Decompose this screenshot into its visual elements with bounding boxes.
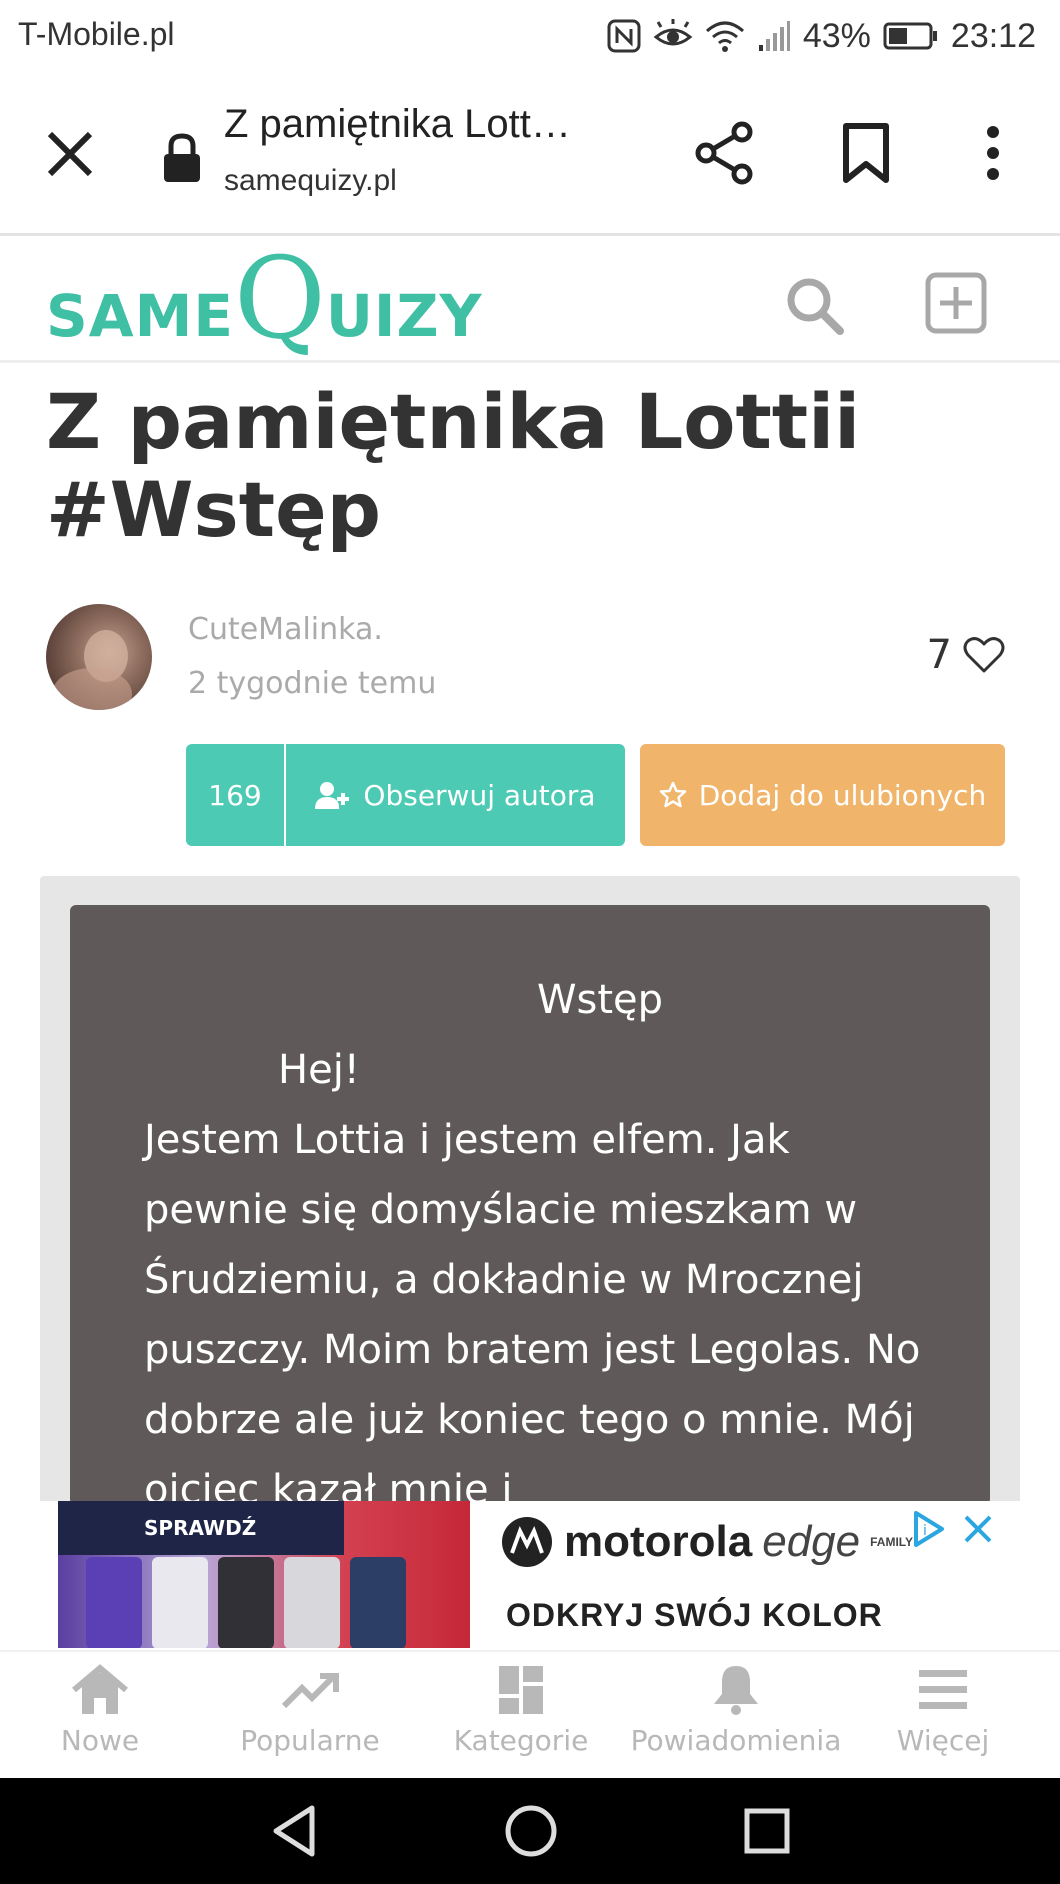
ad-close-button[interactable]	[958, 1509, 998, 1549]
battery-percent: 43%	[802, 16, 871, 55]
ad-phones	[86, 1557, 406, 1648]
ad-family: FAMILY	[870, 1535, 914, 1549]
lock-icon[interactable]	[160, 132, 204, 184]
nav-item-kategorie[interactable]: Kategorie	[421, 1664, 621, 1757]
quiz-content: Wstęp Hej! Jestem Lottia i jestem elfem.…	[70, 905, 990, 1505]
content-heading: Wstęp	[536, 977, 664, 1023]
plus-square-icon	[925, 272, 987, 334]
like-button[interactable]: 7	[927, 632, 1006, 678]
carrier-label: T-Mobile.pl	[18, 16, 175, 52]
bottom-navigation: Nowe Popularne Kategorie Powiadomienia W…	[0, 1650, 1060, 1776]
close-tab-button[interactable]	[40, 124, 100, 184]
search-button[interactable]	[784, 275, 844, 335]
wifi-icon	[705, 21, 744, 52]
like-count: 7	[926, 632, 952, 678]
add-to-favorites-label: Dodaj do ulubionych	[698, 778, 987, 812]
star-icon	[659, 781, 686, 808]
nav-item-powiadomienia[interactable]: Powiadomienia	[631, 1664, 841, 1757]
nav-label-nowe: Nowe	[60, 1724, 140, 1757]
menu-icon	[919, 1670, 967, 1709]
nav-label-wiecej: Więcej	[896, 1724, 990, 1757]
eye-comfort-icon	[653, 19, 693, 46]
ad-badge: SPRAWDŹ	[58, 1501, 344, 1555]
share-button[interactable]	[694, 120, 756, 186]
publish-time: 2 tygodnie temu	[188, 666, 437, 701]
status-icons: 43% 23:12	[607, 12, 1036, 60]
motorola-logo-icon	[502, 1517, 552, 1567]
share-icon	[695, 121, 753, 185]
samequizy-logo[interactable]: SAME Q UIZY	[46, 243, 483, 355]
content-body: Jestem Lottia i jestem elfem. Jak pewnie…	[144, 1117, 921, 1505]
bookmark-icon	[843, 123, 889, 183]
nfc-icon	[607, 19, 641, 53]
quiz-title: Z pamiętnika Lottii #Wstęp	[46, 377, 861, 554]
author-avatar[interactable]	[46, 604, 152, 710]
follower-count: 169	[186, 744, 286, 846]
more-options-button[interactable]	[968, 122, 1018, 184]
ad-tagline: ODKRYJ SWÓJ KOLOR	[506, 1597, 883, 1633]
browser-toolbar: Z pamiętnika Lott… samequizy.pl	[0, 72, 1060, 236]
ad-brand[interactable]: motorola edge FAMILY	[500, 1515, 913, 1569]
more-vertical-icon	[987, 126, 999, 180]
adchoices-button[interactable]: i	[908, 1509, 948, 1549]
nav-label-popularne: Popularne	[240, 1724, 380, 1757]
follow-author-label: Obserwuj autora	[363, 778, 596, 812]
ad-brand-name: motorola	[564, 1517, 753, 1566]
svg-text:i: i	[923, 1523, 927, 1539]
nav-item-wiecej[interactable]: Więcej	[843, 1664, 1043, 1757]
author-name[interactable]: CuteMalinka.	[188, 612, 383, 647]
content-greeting: Hej!	[278, 1047, 360, 1093]
add-to-favorites-button[interactable]: Dodaj do ulubionych	[640, 744, 1005, 846]
system-navigation-bar	[0, 1778, 1060, 1884]
ad-image[interactable]: SPRAWDŹ	[58, 1501, 470, 1648]
search-icon	[787, 278, 844, 335]
url-domain[interactable]: samequizy.pl	[224, 164, 397, 198]
nav-item-popularne[interactable]: Popularne	[210, 1664, 410, 1757]
add-user-icon	[315, 782, 350, 809]
close-icon	[964, 1515, 992, 1543]
heart-icon	[963, 637, 1005, 673]
home-circle-icon[interactable]	[504, 1804, 558, 1858]
categories-icon	[499, 1666, 543, 1714]
page-title: Z pamiętnika Lott…	[224, 102, 571, 146]
bookmark-button[interactable]	[838, 122, 894, 184]
back-icon[interactable]	[270, 1804, 320, 1858]
ad-product-name: edge	[762, 1517, 861, 1566]
bell-icon	[714, 1666, 758, 1715]
clock: 23:12	[950, 16, 1036, 55]
status-bar: T-Mobile.pl 43% 23:12	[0, 0, 1060, 72]
nav-item-nowe[interactable]: Nowe	[0, 1664, 200, 1757]
adchoices-icon: i	[914, 1511, 944, 1547]
site-header: SAME Q UIZY	[0, 239, 1060, 363]
home-icon	[72, 1664, 128, 1714]
nav-label-kategorie: Kategorie	[453, 1724, 589, 1757]
recents-icon[interactable]	[742, 1804, 792, 1858]
close-icon	[47, 131, 93, 177]
ad-banner[interactable]: SPRAWDŹ motorola edge FAMILY ODKRYJ SWÓJ…	[0, 1501, 1060, 1649]
add-quiz-button[interactable]	[924, 271, 988, 335]
follow-group: 169 Obserwuj autora	[186, 744, 625, 846]
trending-icon	[281, 1673, 339, 1709]
signal-icon	[758, 21, 790, 51]
battery-icon	[883, 22, 937, 50]
nav-label-powiadomienia: Powiadomienia	[630, 1724, 842, 1757]
follow-author-button[interactable]: Obserwuj autora	[286, 744, 625, 846]
